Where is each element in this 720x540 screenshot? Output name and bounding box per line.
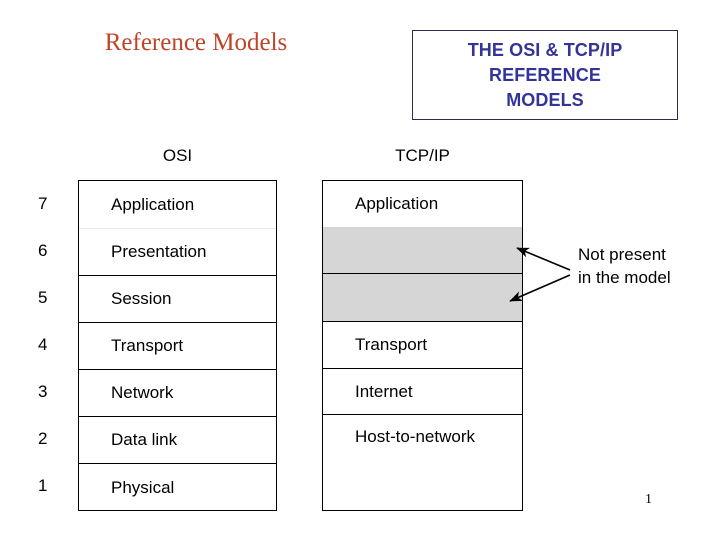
osi-layer-cell: Physical — [79, 463, 276, 511]
tcpip-column-caption: TCP/IP — [395, 146, 450, 165]
title-box: THE OSI & TCP/IP REFERENCE MODELS — [412, 30, 678, 120]
title-box-text: THE OSI & TCP/IP REFERENCE MODELS — [413, 38, 677, 113]
title-box-line-1: THE OSI & TCP/IP — [467, 40, 623, 60]
osi-column-caption: OSI — [162, 146, 193, 165]
tcpip-model-stack: Application Transport Internet Host-to-n… — [322, 180, 523, 511]
title-box-line-3: MODELS — [506, 90, 584, 110]
osi-layer-cell: Application — [111, 194, 195, 214]
not-present-annotation: Not present in the model — [578, 243, 671, 289]
osi-layer-cell: Presentation — [79, 228, 276, 275]
annotation-line-2: in the model — [578, 268, 671, 287]
osi-layer-number: 6 — [38, 240, 48, 260]
arrow-to-presentation-gap — [516, 247, 571, 271]
osi-layer-number: 1 — [38, 476, 48, 495]
osi-layer-number: 5 — [38, 287, 48, 307]
osi-layer-cell: Session — [79, 275, 276, 322]
tcpip-layer-cell-empty — [323, 273, 522, 321]
annotation-line-1: Not present — [578, 245, 666, 264]
osi-layer-number: 4 — [38, 334, 48, 354]
osi-layer-number-column: 7 6 5 4 3 2 1 — [38, 180, 68, 510]
osi-layer-number: 3 — [38, 381, 48, 401]
tcpip-layer-cell: Host-to-network — [323, 414, 522, 510]
osi-layer-number: 2 — [38, 428, 48, 448]
page-number: 1 — [645, 492, 652, 507]
tcpip-layer-cell-empty — [323, 227, 522, 273]
tcpip-layer-cell: Application — [355, 194, 439, 213]
osi-layer-cell: Transport — [79, 322, 276, 369]
tcpip-layer-cell: Transport — [323, 321, 522, 368]
title-box-line-2: REFERENCE — [489, 65, 601, 85]
osi-layer-number: 7 — [38, 193, 48, 213]
osi-layer-cell: Data link — [79, 416, 276, 463]
page-title: Reference Models — [104, 29, 288, 56]
osi-layer-cell: Network — [79, 369, 276, 416]
tcpip-layer-cell: Internet — [323, 368, 522, 414]
slide-canvas: Reference Models THE OSI & TCP/IP REFERE… — [0, 0, 720, 540]
osi-model-stack: Application Presentation Session Transpo… — [78, 180, 277, 511]
